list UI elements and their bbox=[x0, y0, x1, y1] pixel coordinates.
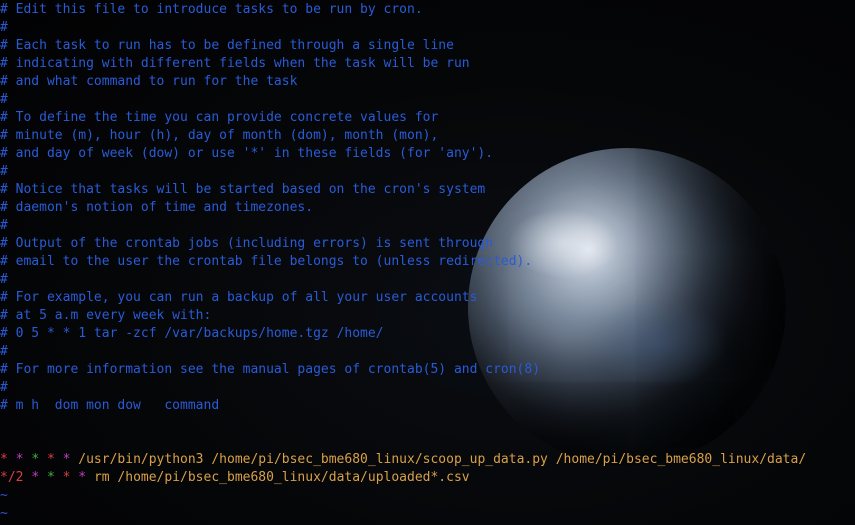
comment-line: # Each task to run has to be defined thr… bbox=[0, 38, 454, 53]
comment-line: # For example, you can run a backup of a… bbox=[0, 290, 478, 305]
comment-line: # at 5 a.m every week with: bbox=[0, 308, 212, 323]
comment-line: # bbox=[0, 272, 8, 287]
empty-line-marker: ~ bbox=[0, 488, 8, 503]
comment-line: # daemon's notion of time and timezones. bbox=[0, 200, 314, 215]
minute-field: * bbox=[0, 452, 8, 467]
mon-field: * bbox=[46, 452, 55, 467]
terminal-window[interactable]: # Edit this file to introduce tasks to b… bbox=[0, 0, 855, 525]
comment-line: # To define the time you can provide con… bbox=[0, 110, 439, 125]
job-command: rm /home/pi/bsec_bme680_linux/data/uploa… bbox=[93, 470, 470, 485]
hour-field: * bbox=[15, 452, 24, 467]
comment-line: # minute (m), hour (h), day of month (do… bbox=[0, 128, 439, 143]
empty-line-marker: ~ bbox=[0, 506, 8, 521]
comment-line: # m h dom mon dow command bbox=[0, 398, 220, 413]
comment-line: # indicating with different fields when … bbox=[0, 56, 470, 71]
job-command: /usr/bin/python3 /home/pi/bsec_bme680_li… bbox=[78, 452, 807, 467]
comment-line: # bbox=[0, 92, 8, 107]
comment-line: # Notice that tasks will be started base… bbox=[0, 182, 486, 197]
hour-field: * bbox=[31, 470, 40, 485]
comment-line: # and day of week (dow) or use '*' in th… bbox=[0, 146, 494, 161]
comment-line: # For more information see the manual pa… bbox=[0, 362, 541, 377]
comment-line: # bbox=[0, 218, 8, 233]
earth-wallpaper bbox=[468, 148, 786, 466]
dom-field: * bbox=[46, 470, 55, 485]
comment-line: # bbox=[0, 164, 8, 179]
mon-field: * bbox=[62, 470, 71, 485]
cron-job-line[interactable]: * * * * * /usr/bin/python3 /home/pi/bsec… bbox=[0, 451, 806, 469]
dow-field: * bbox=[78, 470, 87, 485]
cron-job-line[interactable]: */2 * * * * rm /home/pi/bsec_bme680_linu… bbox=[0, 469, 470, 487]
comment-line: # bbox=[0, 20, 8, 35]
comment-line: # bbox=[0, 344, 8, 359]
dom-field: * bbox=[31, 452, 40, 467]
comment-line: # Output of the crontab jobs (including … bbox=[0, 236, 494, 251]
comment-line: # and what command to run for the task bbox=[0, 74, 298, 89]
dow-field: * bbox=[62, 452, 71, 467]
minute-field: */2 bbox=[0, 470, 24, 485]
comment-line: # bbox=[0, 380, 8, 395]
comment-line: # Edit this file to introduce tasks to b… bbox=[0, 2, 423, 17]
comment-line: # email to the user the crontab file bel… bbox=[0, 254, 533, 269]
comment-line: # 0 5 * * 1 tar -zcf /var/backups/home.t… bbox=[0, 326, 384, 341]
